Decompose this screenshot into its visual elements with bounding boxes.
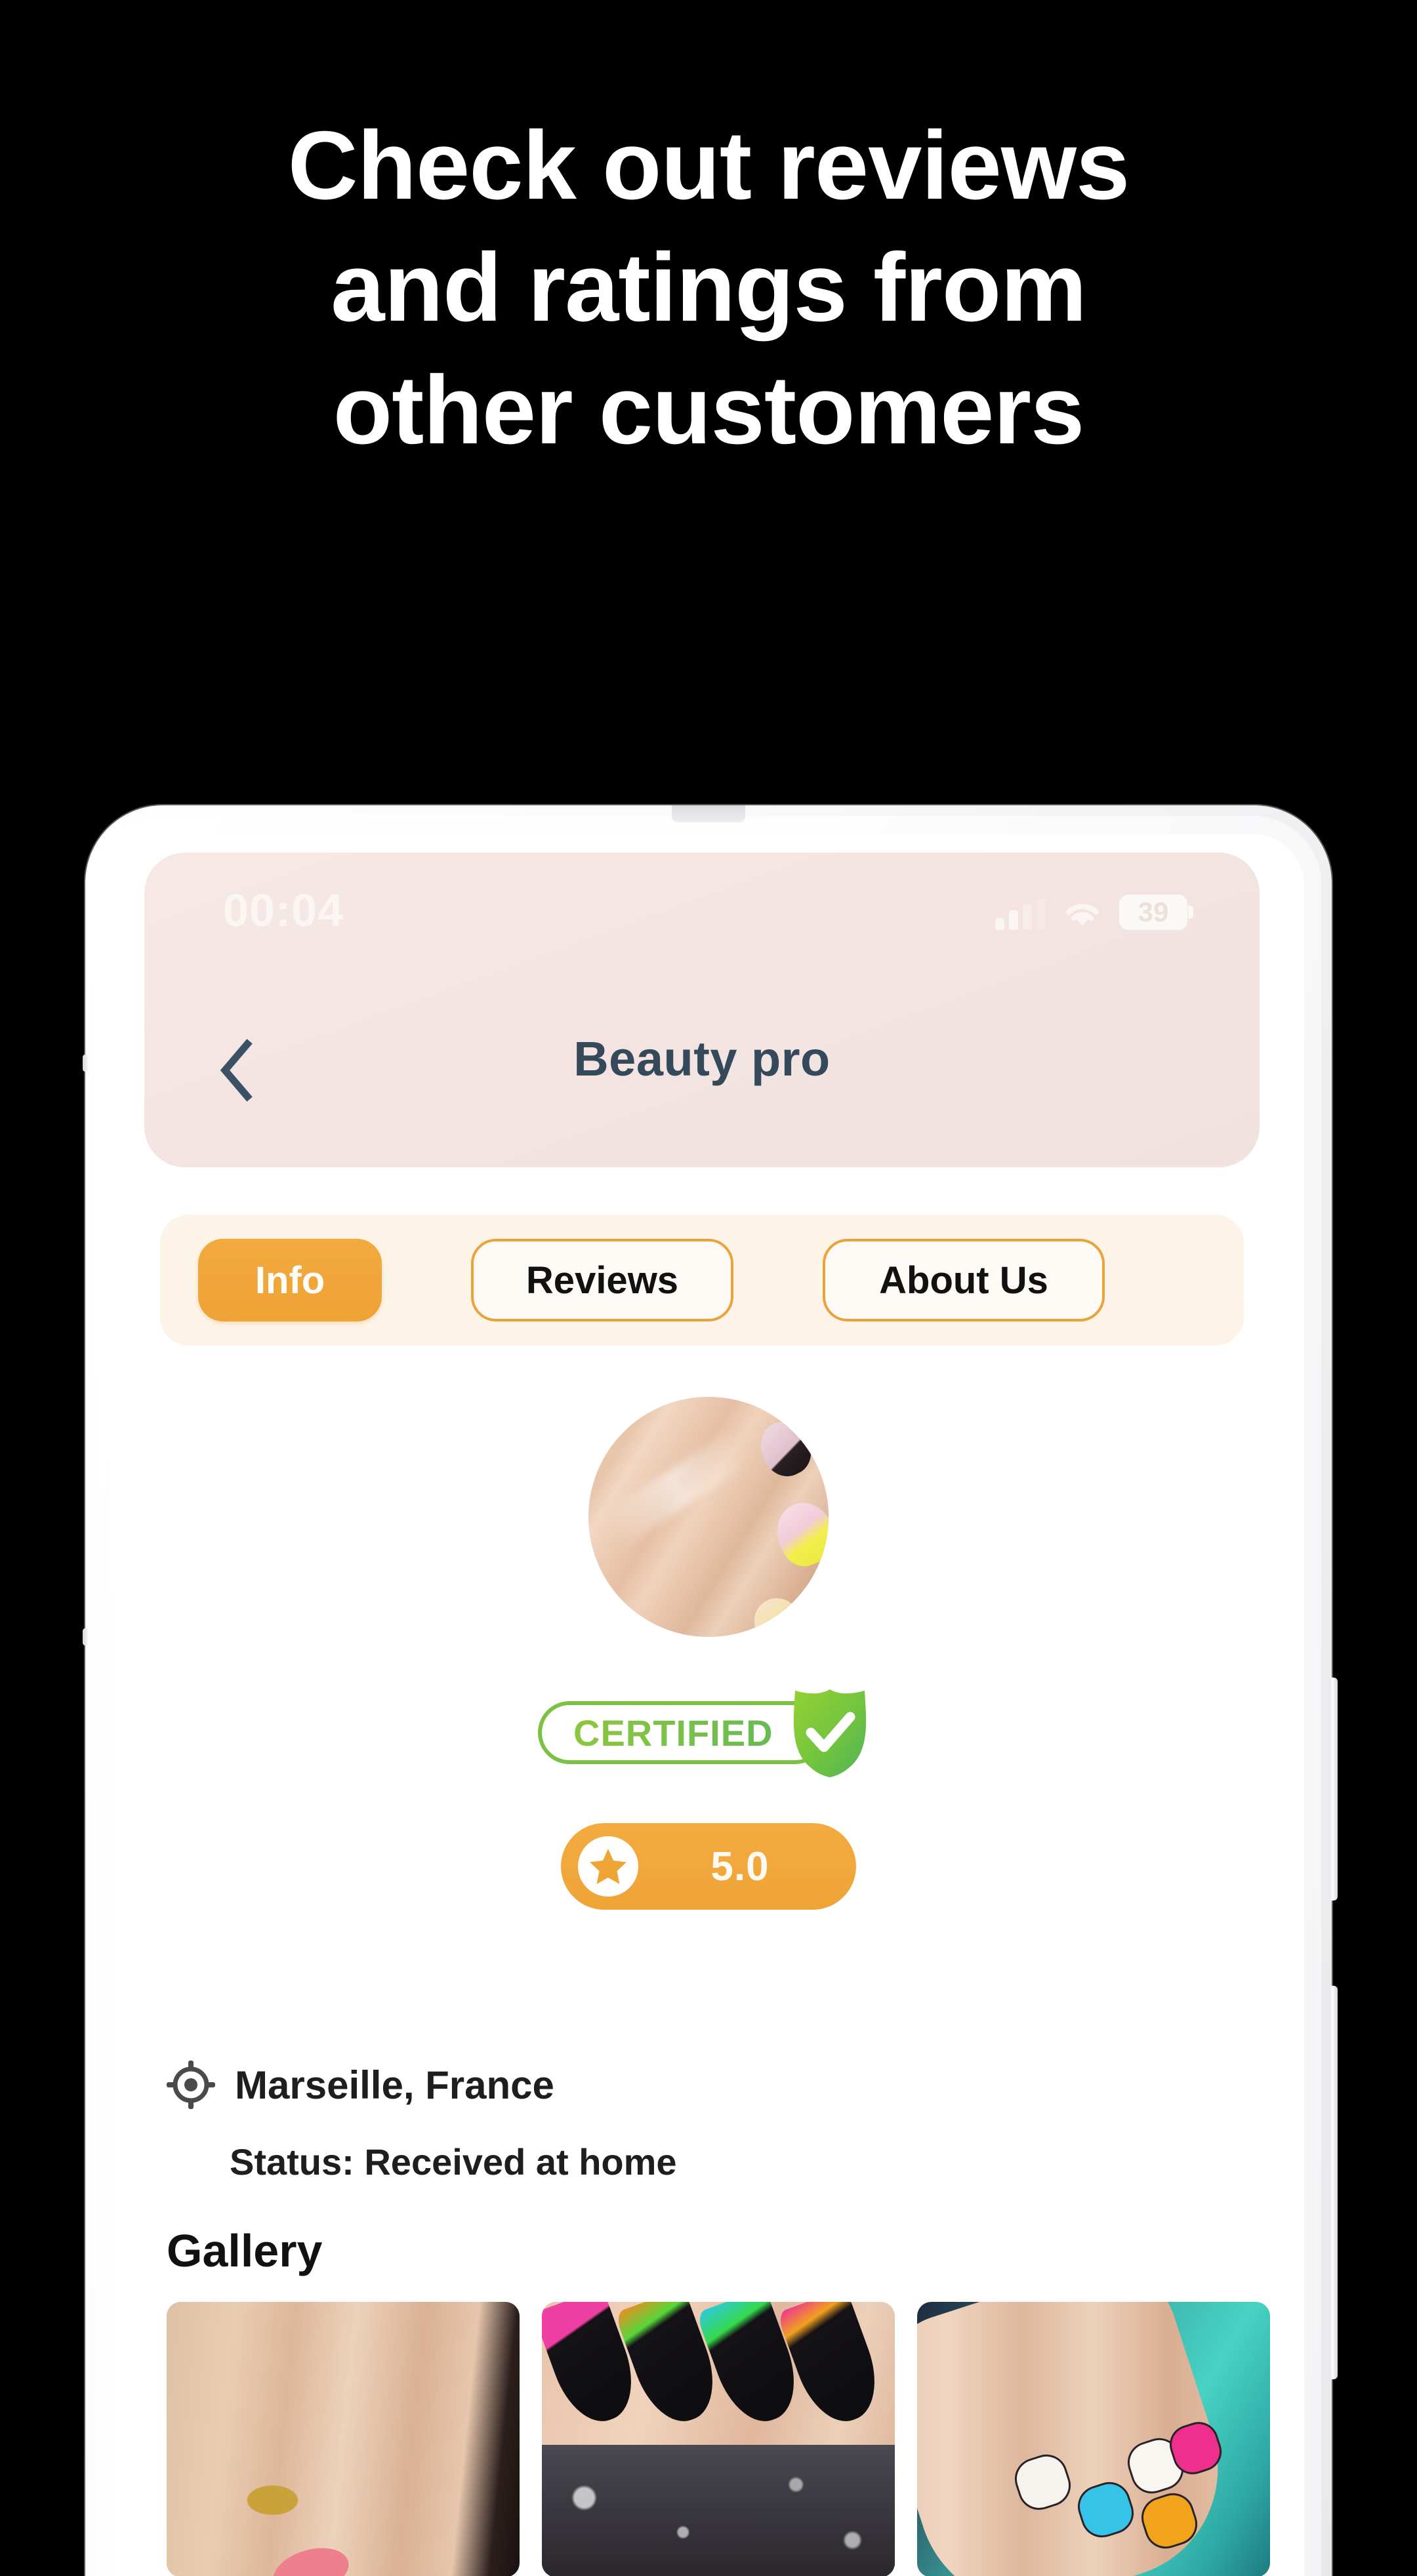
header-card: 00:04 39 Beauty pro <box>144 853 1260 1167</box>
headline-line-2: and ratings from <box>331 233 1087 342</box>
tab-about-us[interactable]: About Us <box>823 1239 1105 1321</box>
gallery-image-2-backdrop <box>542 2445 895 2576</box>
star-icon <box>590 1849 626 1884</box>
battery-icon: 39 <box>1119 895 1193 930</box>
location-target-icon <box>167 2061 215 2109</box>
certified-badge: CERTIFIED <box>538 1687 879 1779</box>
gallery-image-1 <box>167 2302 520 2576</box>
battery-level: 39 <box>1138 896 1169 927</box>
gallery-item[interactable] <box>167 2302 520 2576</box>
rating-badge: 5.0 <box>561 1823 856 1910</box>
tab-bar: Info Reviews About Us <box>160 1215 1244 1346</box>
order-status-text: Status: Received at home <box>230 2141 677 2183</box>
gallery-item[interactable] <box>917 2302 1270 2576</box>
page-title: Beauty pro <box>573 1032 831 1086</box>
tab-reviews[interactable]: Reviews <box>471 1239 733 1321</box>
location-row: Marseille, France <box>167 2061 554 2109</box>
status-time: 00:04 <box>223 885 344 936</box>
phone-screen: 00:04 39 Beauty pro Info Reviews About U… <box>113 834 1304 2576</box>
rating-value: 5.0 <box>710 1843 770 1889</box>
app-bar: Beauty pro <box>144 971 1260 1167</box>
tab-info[interactable]: Info <box>198 1239 382 1321</box>
status-bar: 00:04 39 <box>144 853 1260 971</box>
shield-check-icon <box>793 1689 867 1777</box>
signal-bars-icon <box>995 898 1046 930</box>
phone-mockup: 00:04 39 Beauty pro Info Reviews About U… <box>83 805 1338 2576</box>
star-icon-circle <box>578 1836 638 1897</box>
power-button[interactable] <box>1329 1986 1338 2379</box>
left-edge-detail-top <box>83 1055 88 1072</box>
earpiece-notch <box>672 805 745 822</box>
certified-label: CERTIFIED <box>573 1712 773 1754</box>
wifi-icon <box>1063 898 1102 930</box>
volume-button[interactable] <box>1329 1678 1338 1901</box>
gallery-section-title: Gallery <box>167 2225 323 2276</box>
gallery-item[interactable] <box>542 2302 895 2576</box>
promo-headline: Check out reviews and ratings from other… <box>0 105 1417 472</box>
headline-line-1: Check out reviews <box>287 111 1130 220</box>
gallery-grid <box>167 2302 1270 2576</box>
status-icons: 39 <box>995 889 1193 930</box>
location-text: Marseille, France <box>235 2063 554 2107</box>
avatar[interactable] <box>588 1397 829 1637</box>
left-edge-detail-bottom <box>83 1628 88 1645</box>
headline-line-3: other customers <box>333 355 1085 464</box>
